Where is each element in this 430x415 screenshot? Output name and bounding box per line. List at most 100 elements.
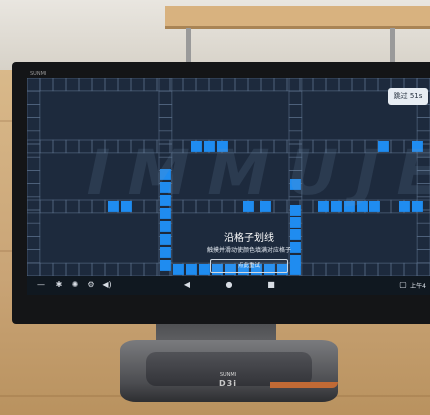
grid-cell	[39, 78, 54, 92]
grid-cell	[260, 78, 275, 92]
grid-cell	[403, 262, 418, 277]
grid-cell	[390, 262, 405, 277]
filled-cell	[160, 208, 171, 219]
grid-cell	[27, 156, 41, 171]
grid-cell	[195, 78, 210, 92]
system-navbar: — ✱ ✺ ⚙ ◀) ◀ ● ■ ▢ 上午4	[27, 276, 430, 295]
grid-cell	[91, 78, 106, 92]
grid-cell	[39, 199, 54, 214]
skip-button[interactable]: 跳过 51s	[388, 88, 428, 105]
monitor-brand-label: SUNMI	[30, 71, 47, 77]
grid-cell	[416, 262, 430, 277]
grid-cell	[143, 262, 158, 277]
grid-cell	[27, 78, 41, 92]
grid-cell	[158, 117, 173, 132]
grid-cell	[288, 117, 303, 132]
dialog-title: 沿格子划线	[224, 233, 274, 244]
grid-cell	[325, 262, 340, 277]
grid-cell	[27, 249, 41, 264]
retry-button[interactable]: 点此重试	[210, 259, 288, 273]
photo-scene: SUNMI D3i SUNMI IMMUJE 跳过 51s 沿格子划线 触摸并滑…	[0, 0, 430, 415]
grid-cell	[65, 199, 80, 214]
grid-cell	[364, 78, 379, 92]
grid-cell	[416, 222, 430, 237]
grid-cell	[364, 262, 379, 277]
grid-cell	[27, 104, 41, 118]
grid-cell	[325, 78, 340, 92]
filled-cell	[199, 264, 210, 275]
grid-cell	[312, 262, 327, 277]
grid-cell	[158, 104, 173, 118]
grid-cell	[27, 170, 41, 184]
grid-cell	[27, 117, 41, 132]
grid-cell	[130, 78, 145, 92]
stand-accent	[270, 382, 338, 388]
grid-cell	[273, 78, 288, 92]
grid-cell	[416, 117, 430, 132]
home-icon[interactable]: ●	[223, 279, 235, 291]
filled-cell	[160, 221, 171, 232]
back-icon[interactable]: ◀	[181, 279, 193, 291]
grid-cell	[27, 143, 41, 158]
grid-cell	[416, 262, 430, 277]
grid-cell	[247, 78, 262, 92]
grid-cell	[351, 262, 366, 277]
grid-cell	[52, 199, 67, 214]
grid-cell	[130, 262, 145, 277]
grid-cell	[78, 78, 93, 92]
grid-cell	[65, 78, 80, 92]
grid-cell	[52, 78, 67, 92]
grid-cell	[27, 199, 41, 214]
grid-cell	[117, 78, 132, 92]
grid-cell	[104, 78, 119, 92]
grid-cell	[78, 139, 93, 154]
grid-cell	[104, 262, 119, 277]
touch-screen: IMMUJE 跳过 51s 沿格子划线 触摸并滑动使颜色填满对应格子 点此重试 …	[27, 78, 430, 295]
grid-cell	[288, 104, 303, 118]
grid-cell	[27, 183, 41, 198]
grid-cell	[182, 78, 197, 92]
grid-cell	[91, 262, 106, 277]
grid-cell	[27, 139, 41, 154]
grid-cell	[158, 90, 173, 105]
bluetooth-icon[interactable]: ✱	[53, 279, 65, 291]
grid-cell	[52, 139, 67, 154]
grid-cell	[65, 139, 80, 154]
base-model-label: D3i	[219, 379, 237, 388]
grid-cell	[416, 104, 430, 118]
grid-cell	[27, 196, 41, 211]
grid-cell	[27, 262, 41, 277]
grid-cell	[208, 78, 223, 92]
grid-cell	[78, 262, 93, 277]
minus-icon[interactable]: —	[35, 279, 47, 291]
clock-text: 上午4	[410, 283, 426, 290]
grid-cell	[52, 262, 67, 277]
desk-leg	[390, 28, 395, 64]
filled-cell	[160, 234, 171, 245]
grid-cell	[39, 262, 54, 277]
grid-cell	[39, 139, 54, 154]
filled-cell	[173, 264, 184, 275]
grid-cell	[221, 78, 236, 92]
settings-icon[interactable]: ⚙	[85, 279, 97, 291]
dialog-subtitle: 触摸并滑动使颜色填满对应格子	[206, 247, 291, 254]
grid-cell	[27, 130, 41, 145]
brightness-icon[interactable]: ✺	[69, 279, 81, 291]
recents-icon[interactable]: ■	[265, 279, 277, 291]
notification-icon: ▢	[399, 280, 407, 289]
filled-cell	[290, 217, 301, 228]
grid-cell	[416, 209, 430, 224]
grid-cell	[27, 90, 41, 105]
volume-icon[interactable]: ◀)	[101, 279, 113, 291]
grid-cell	[27, 78, 41, 92]
filled-cell	[160, 260, 171, 271]
grid-cell	[27, 262, 41, 277]
grid-cell	[377, 262, 392, 277]
grid-cell	[27, 236, 41, 250]
grid-cell	[312, 78, 327, 92]
grid-cell	[65, 262, 80, 277]
grid-cell	[338, 78, 353, 92]
grid-cell	[416, 249, 430, 264]
grid-cell	[27, 209, 41, 224]
background-watermark: IMMUJE	[78, 136, 430, 209]
